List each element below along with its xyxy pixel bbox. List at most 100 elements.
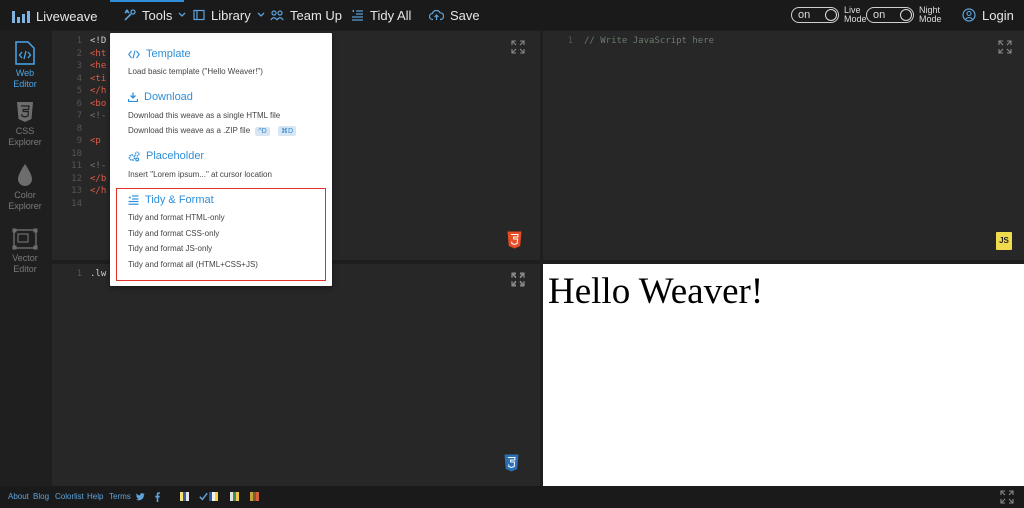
code-line: .lw: [90, 269, 107, 279]
tidy-css-option[interactable]: Tidy and format CSS-only: [128, 229, 219, 238]
footer-link-help[interactable]: Help: [87, 486, 103, 508]
menu-item-tidy-format[interactable]: Tidy & Format: [128, 194, 214, 206]
code-line: </b: [90, 173, 107, 184]
tools-dropdown-menu: Template Load basic template ("Hello Wea…: [110, 33, 332, 286]
colorlist-palette-icon[interactable]: [209, 492, 218, 501]
night-mode-label: Night Mode: [919, 5, 942, 24]
js-badge: JS: [996, 232, 1012, 250]
sidebar-item-color-explorer[interactable]: Color Explorer: [0, 163, 50, 212]
left-sidebar: Web Editor CSS Explorer Color Explorer V…: [0, 31, 50, 486]
preview-pane[interactable]: Hello Weaver!: [543, 264, 1024, 486]
tidy-js-option[interactable]: Tidy and format JS-only: [128, 244, 212, 253]
colorlist-palette-icon[interactable]: [230, 492, 239, 501]
footer-link-colorlist[interactable]: Colorlist: [55, 486, 84, 508]
shortcut-cmd-d: ⌘D: [277, 126, 297, 136]
colorlist-palette-icon[interactable]: [250, 492, 259, 501]
brand-logo[interactable]: Liveweave: [12, 9, 97, 24]
html5-icon: [507, 231, 522, 249]
night-mode-switch[interactable]: on: [866, 7, 914, 23]
code-line: <he: [90, 61, 107, 71]
tidy-all-label: Tidy All: [370, 7, 412, 23]
code-line: <!D: [90, 36, 107, 46]
expand-icon[interactable]: [511, 40, 525, 54]
download-title: Download: [144, 91, 193, 103]
css3-icon: [17, 102, 33, 122]
sidebar-label: Editor: [13, 79, 37, 89]
footer-link-terms[interactable]: Terms: [109, 486, 131, 508]
facebook-icon[interactable]: [155, 492, 160, 502]
expand-icon[interactable]: [511, 272, 525, 286]
live-toggle-state: on: [798, 9, 811, 21]
js-code[interactable]: // Write JavaScript here: [584, 35, 714, 48]
night-mode-toggle[interactable]: on Night Mode: [866, 6, 942, 24]
css-line-numbers: 1: [76, 269, 82, 279]
code-line: <ht: [90, 48, 107, 59]
tidy-icon: [352, 9, 363, 21]
download-zip-option[interactable]: Download this weave as a .ZIP file ^D ⌘D: [128, 126, 297, 136]
sidebar-label: Color: [14, 190, 36, 200]
logo-bars-icon: [12, 10, 30, 23]
tidy-all-option[interactable]: Tidy and format all (HTML+CSS+JS): [128, 260, 258, 269]
menu-item-placeholder[interactable]: Placeholder: [128, 150, 204, 162]
js-editor-pane[interactable]: 1 // Write JavaScript here JS: [543, 31, 1024, 260]
tidy-icon: [128, 195, 139, 205]
cogs-icon: [128, 151, 140, 161]
footer-link-blog[interactable]: Blog: [33, 486, 49, 508]
live-mode-toggle[interactable]: on Live Mode: [791, 6, 867, 24]
twitter-icon[interactable]: [136, 493, 145, 501]
css-editor-pane[interactable]: 1 .lw: [52, 264, 540, 486]
download-html-option[interactable]: Download this weave as a single HTML fil…: [128, 111, 280, 120]
save-button[interactable]: Save: [429, 0, 480, 30]
check-icon: [199, 492, 208, 501]
code-line: <!-: [90, 161, 107, 171]
live-mode-label: Live Mode: [844, 5, 867, 24]
droplet-icon: [18, 164, 32, 186]
sidebar-item-css-explorer[interactable]: CSS Explorer: [0, 101, 50, 148]
code-line: <p: [90, 136, 101, 146]
placeholder-desc[interactable]: Insert "Lorem ipsum..." at cursor locati…: [128, 170, 272, 179]
tools-label: Tools: [142, 7, 173, 23]
preview-heading: Hello Weaver!: [548, 271, 764, 312]
chevron-down-icon: [178, 12, 186, 17]
tidy-all-button[interactable]: Tidy All: [351, 0, 411, 30]
tools-menu-button[interactable]: Tools: [124, 0, 186, 30]
library-menu-button[interactable]: Library: [193, 0, 265, 30]
menu-item-template[interactable]: Template: [128, 48, 191, 60]
night-toggle-state: on: [873, 9, 886, 21]
save-label: Save: [450, 7, 480, 23]
code-file-icon: [15, 41, 35, 65]
code-icon: [128, 49, 140, 59]
code-line: </h: [90, 186, 107, 196]
sidebar-item-web-editor[interactable]: Web Editor: [0, 41, 50, 90]
sidebar-item-vector-editor[interactable]: Vector Editor: [0, 228, 50, 275]
code-line: </h: [90, 86, 107, 96]
footer-link-about[interactable]: About: [8, 486, 29, 508]
template-desc[interactable]: Load basic template ("Hello Weaver!"): [128, 67, 263, 76]
live-mode-switch[interactable]: on: [791, 7, 839, 23]
sidebar-label: Vector: [12, 253, 38, 263]
top-bar: Liveweave Tools Library Team Up Tidy All…: [0, 0, 1024, 30]
team-up-label: Team Up: [290, 7, 343, 23]
login-button[interactable]: Login: [962, 0, 1014, 30]
sidebar-label: Explorer: [8, 201, 42, 211]
login-label: Login: [982, 7, 1014, 23]
fullscreen-icon[interactable]: [1000, 490, 1014, 504]
user-circle-icon: [962, 8, 976, 22]
colorlist-palette-icon[interactable]: [180, 492, 189, 501]
team-up-button[interactable]: Team Up: [270, 0, 342, 30]
chevron-down-icon: [257, 12, 265, 17]
menu-item-download[interactable]: Download: [128, 91, 193, 103]
brand-name: Liveweave: [36, 9, 98, 24]
shortcut-ctrl-d: ^D: [255, 127, 270, 136]
cloud-upload-icon: [429, 9, 444, 21]
sidebar-label: CSS: [15, 126, 35, 136]
download-icon: [128, 92, 138, 102]
tidy-format-title: Tidy & Format: [145, 194, 214, 206]
expand-icon[interactable]: [998, 40, 1012, 54]
tidy-html-option[interactable]: Tidy and format HTML-only: [128, 213, 225, 222]
css-code[interactable]: .lw: [90, 268, 106, 281]
team-icon: [270, 10, 284, 21]
code-line: <ti: [90, 73, 107, 84]
html-code[interactable]: <!D <ht <he <ti </h <bo <!- <p <!- </b <…: [90, 35, 106, 198]
